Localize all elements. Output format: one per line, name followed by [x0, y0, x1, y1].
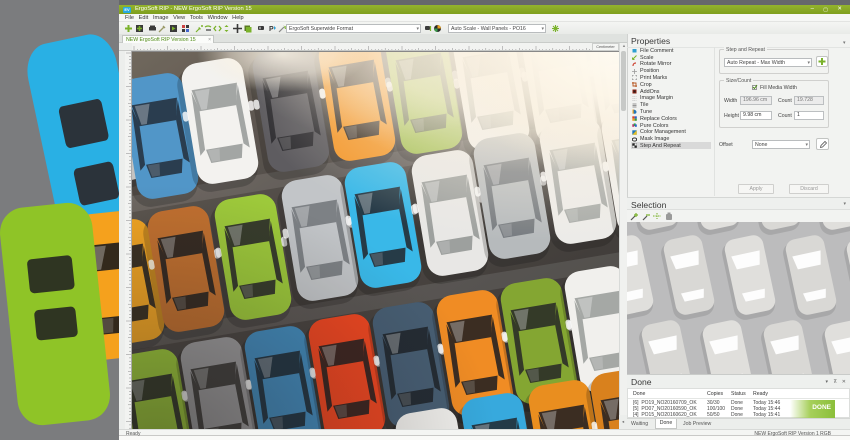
svg-text:P: P	[269, 26, 274, 33]
